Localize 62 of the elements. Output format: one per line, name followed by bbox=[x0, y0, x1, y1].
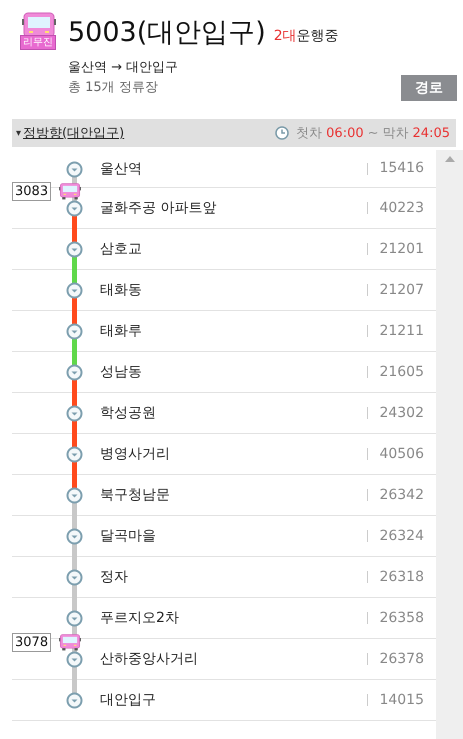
stop-name[interactable]: 대안입구 bbox=[100, 691, 367, 709]
stop-name[interactable]: 태화루 bbox=[100, 322, 367, 340]
stop-name[interactable]: 태화동 bbox=[100, 281, 367, 299]
stop-number: 14015 bbox=[367, 694, 424, 706]
stop-number: 24302 bbox=[367, 407, 424, 419]
running-count: 2대 bbox=[274, 27, 297, 45]
stop-name[interactable]: 달곡마을 bbox=[100, 527, 367, 545]
stop-number: 15416 bbox=[367, 162, 424, 174]
stop-marker-icon[interactable] bbox=[66, 405, 83, 422]
stop-name[interactable]: 산하중앙사거리 bbox=[100, 650, 367, 668]
last-bus-label: 막차 bbox=[382, 125, 409, 142]
bus-icon bbox=[59, 634, 82, 651]
stop-marker-icon[interactable] bbox=[66, 487, 83, 504]
stop-number: 21201 bbox=[367, 243, 424, 255]
stop-marker-icon[interactable] bbox=[66, 446, 83, 463]
stop-number: 26378 bbox=[367, 653, 424, 665]
clock-icon bbox=[275, 126, 290, 140]
scroll-up-icon[interactable] bbox=[444, 156, 454, 162]
stop-marker-icon[interactable] bbox=[66, 692, 83, 709]
stop-marker-icon[interactable] bbox=[66, 282, 83, 299]
stop-number: 21207 bbox=[367, 284, 424, 296]
stop-name[interactable]: 정자 bbox=[100, 568, 367, 586]
stop-number: 40506 bbox=[367, 448, 424, 460]
stop-marker-icon[interactable] bbox=[66, 200, 83, 217]
tilde-separator: ~ bbox=[368, 126, 379, 140]
last-bus-time: 24:05 bbox=[412, 126, 450, 140]
stop-number: 21605 bbox=[367, 366, 424, 378]
bus-number-label: 3078 bbox=[12, 633, 52, 652]
stop-marker-icon[interactable] bbox=[66, 364, 83, 381]
stop-number: 26324 bbox=[367, 530, 424, 542]
stop-marker-icon[interactable] bbox=[66, 651, 83, 668]
stop-name[interactable]: 북구청남문 bbox=[100, 486, 367, 504]
bus-number-label: 3083 bbox=[12, 182, 52, 201]
caret-icon[interactable]: ▾ bbox=[16, 128, 22, 138]
route-endpoints: 울산역 → 대안입구 bbox=[68, 59, 178, 77]
stop-name[interactable]: 푸르지오2차 bbox=[100, 609, 367, 627]
stop-marker-icon[interactable] bbox=[66, 241, 83, 258]
stop-marker-icon[interactable] bbox=[66, 160, 83, 178]
stop-name[interactable]: 울산역 bbox=[100, 160, 367, 178]
stop-name[interactable]: 병영사거리 bbox=[100, 445, 367, 463]
stop-number: 40223 bbox=[367, 202, 424, 214]
stop-total: 총 15개 정류장 bbox=[68, 79, 159, 97]
bus-icon bbox=[59, 183, 82, 200]
stop-name[interactable]: 학성공원 bbox=[100, 404, 367, 422]
limousine-badge: 리무진 bbox=[20, 35, 56, 50]
stop-marker-icon[interactable] bbox=[66, 528, 83, 545]
stop-number: 21211 bbox=[367, 325, 424, 337]
stop-marker-icon[interactable] bbox=[66, 610, 83, 627]
direction-link[interactable]: 정방향(대안입구) bbox=[23, 124, 124, 142]
stop-number: 26342 bbox=[367, 489, 424, 501]
stop-name[interactable]: 굴화주공 아파트앞 bbox=[100, 199, 367, 217]
stop-marker-icon[interactable] bbox=[66, 323, 83, 340]
scrollbar[interactable] bbox=[436, 150, 463, 739]
stop-marker-icon[interactable] bbox=[66, 569, 83, 586]
stop-number: 26358 bbox=[367, 612, 424, 624]
stop-name[interactable]: 삼호교 bbox=[100, 240, 367, 258]
running-label: 운행중 bbox=[296, 27, 339, 45]
first-bus-label: 첫차 bbox=[296, 125, 322, 142]
stop-name[interactable]: 성남동 bbox=[100, 363, 367, 381]
first-bus-time: 06:00 bbox=[326, 126, 364, 140]
route-title: 5003(대안입구) bbox=[68, 16, 266, 50]
stop-number: 26318 bbox=[367, 571, 424, 583]
